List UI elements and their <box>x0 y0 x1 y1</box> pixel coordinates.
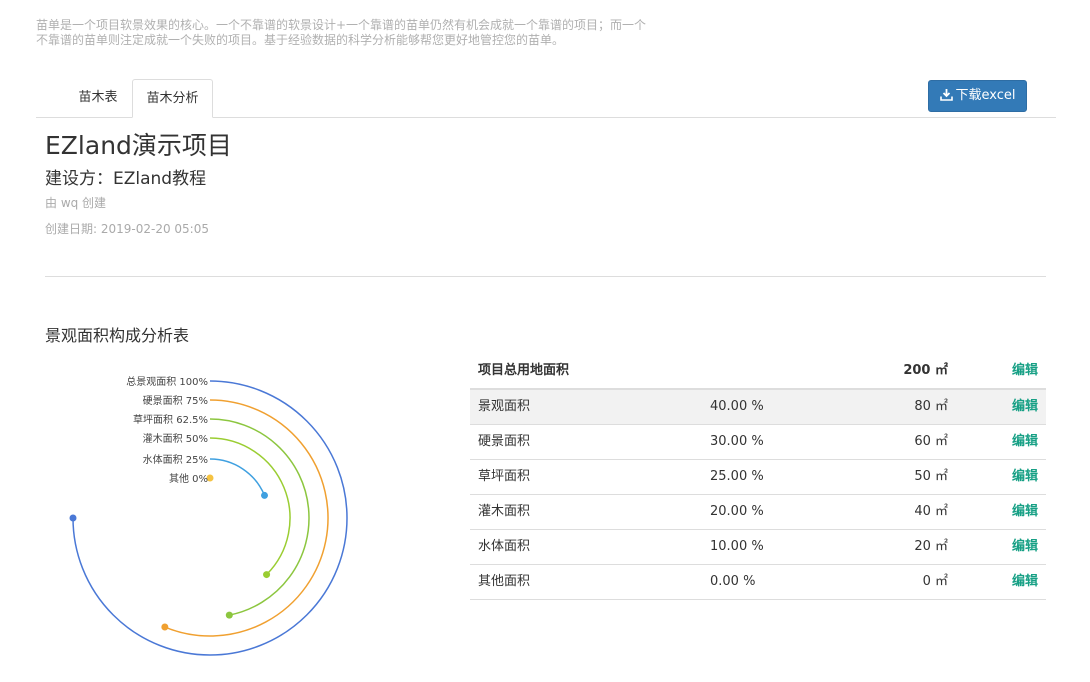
intro-text: 苗单是一个项目软景效果的核心。一个不靠谱的软景设计+一个靠谱的苗单仍然有机会成就… <box>36 18 647 47</box>
edit-link[interactable]: 编辑 <box>1012 460 1038 494</box>
row-name: 景观面积 <box>478 399 531 414</box>
row-pct: 0.00 % <box>710 574 756 589</box>
row-area: 0 ㎡ <box>922 574 948 589</box>
chart-arc-end <box>261 491 269 499</box>
edit-link[interactable]: 编辑 <box>1012 565 1038 599</box>
divider <box>45 276 1046 277</box>
table-row: 硬景面积 30.00 % 60 ㎡ 编辑 <box>470 425 1046 460</box>
table-row: 灌木面积 20.00 % 40 ㎡ 编辑 <box>470 495 1046 530</box>
row-name: 灌木面积 <box>478 504 531 519</box>
creator-line: 由 wq 创建 <box>45 196 107 210</box>
download-label: 下载excel <box>955 88 1016 103</box>
edit-link[interactable]: 编辑 <box>1012 530 1038 564</box>
download-icon <box>939 89 953 101</box>
row-name: 其他面积 <box>478 574 531 589</box>
table-row: 景观面积 40.00 % 80 ㎡ 编辑 <box>470 390 1046 425</box>
row-pct: 30.00 % <box>710 434 764 449</box>
tab-plant-list[interactable]: 苗木表 <box>64 79 132 117</box>
chart-label: 草坪面积 62.5% <box>133 413 208 426</box>
row-area: 80 ㎡ <box>914 399 948 414</box>
chart-arc-end <box>263 571 271 579</box>
chart-arc <box>209 418 310 616</box>
download-excel-button[interactable]: 下载excel <box>928 80 1027 112</box>
row-pct: 25.00 % <box>710 469 764 484</box>
edit-link[interactable]: 编辑 <box>1012 425 1038 459</box>
area-composition-chart: 总景观面积 100% 硬景面积 75% 草坪面积 62.5% 灌木面积 50% 水体面积… <box>69 375 348 656</box>
tab-bar: 苗木表 苗木分析 <box>36 79 1056 118</box>
row-area: 20 ㎡ <box>914 539 948 554</box>
edit-link[interactable]: 编辑 <box>1012 495 1038 529</box>
row-area: 60 ㎡ <box>914 434 948 449</box>
chart-label: 灌木面积 50% <box>143 433 208 445</box>
chart-arc-end <box>161 623 169 631</box>
area-table: 项目总用地面积 200 ㎡ 编辑 景观面积 40.00 % 80 ㎡ 编辑 硬景… <box>470 354 1046 600</box>
row-name: 草坪面积 <box>478 469 531 484</box>
edit-total-link[interactable]: 编辑 <box>1012 354 1038 388</box>
total-area-label: 项目总用地面积 <box>478 363 570 378</box>
table-row: 水体面积 10.00 % 20 ㎡ 编辑 <box>470 530 1046 565</box>
table-header-row: 项目总用地面积 200 ㎡ 编辑 <box>470 354 1046 390</box>
chart-label: 总景观面积 100% <box>126 375 208 388</box>
row-name: 硬景面积 <box>478 434 531 449</box>
builder-line: 建设方：EZland教程 <box>45 169 207 189</box>
chart-arc-end <box>225 611 233 619</box>
chart-arc <box>72 380 348 656</box>
table-row: 其他面积 0.00 % 0 ㎡ 编辑 <box>470 565 1046 600</box>
table-row: 草坪面积 25.00 % 50 ㎡ 编辑 <box>470 460 1046 495</box>
row-area: 40 ㎡ <box>914 504 948 519</box>
chart-label: 硬景面积 75% <box>143 395 208 407</box>
chart-arc <box>209 458 266 496</box>
edit-link[interactable]: 编辑 <box>1012 390 1038 424</box>
row-name: 水体面积 <box>478 539 531 554</box>
section-title: 景观面积构成分析表 <box>45 326 190 345</box>
total-area-value: 200 ㎡ <box>903 363 948 378</box>
created-date: 创建日期: 2019-02-20 05:05 <box>45 222 209 236</box>
chart-arc-end <box>69 514 77 522</box>
chart-label: 其他 0% <box>169 472 208 485</box>
row-pct: 20.00 % <box>710 504 764 519</box>
chart-label: 水体面积 25% <box>143 454 208 466</box>
chart-arc <box>209 437 291 576</box>
row-area: 50 ㎡ <box>914 469 948 484</box>
row-pct: 10.00 % <box>710 539 764 554</box>
tab-plant-analysis[interactable]: 苗木分析 <box>132 79 213 118</box>
row-pct: 40.00 % <box>710 399 764 414</box>
project-title: EZland演示项目 <box>45 131 232 160</box>
